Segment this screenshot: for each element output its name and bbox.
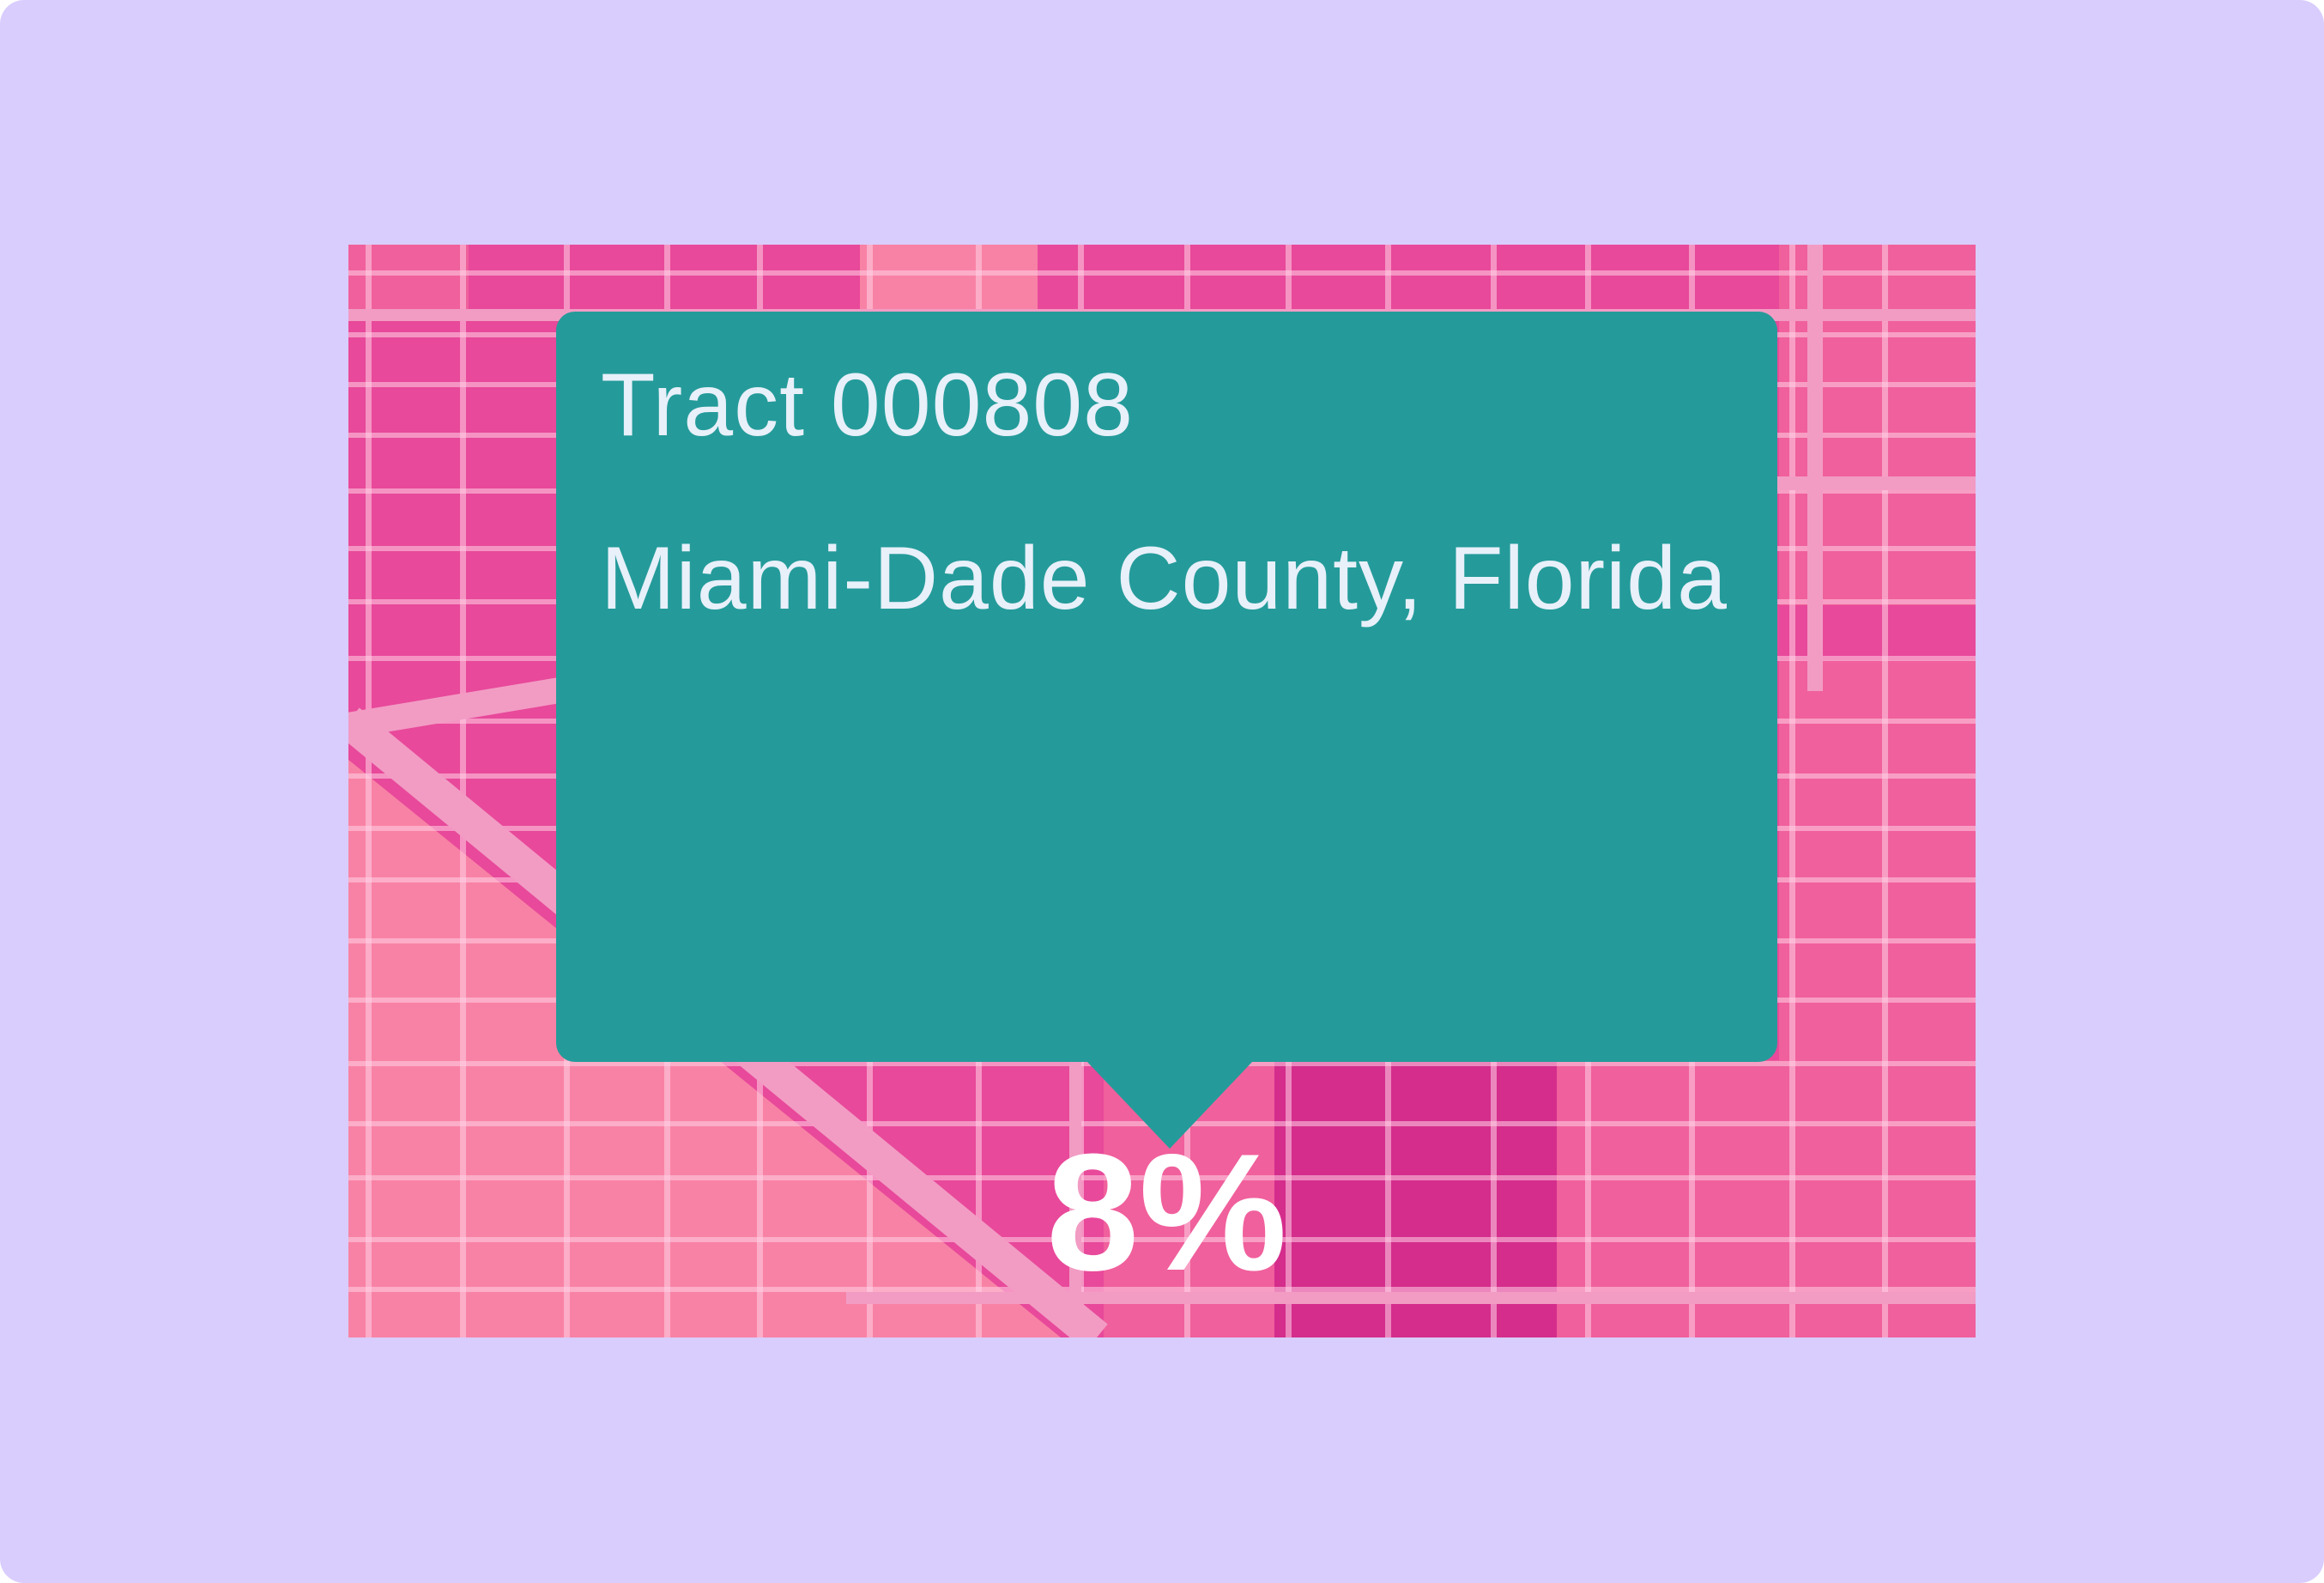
street [366, 245, 372, 1337]
tract-zone [860, 245, 1038, 309]
street [1882, 245, 1888, 1337]
tract-value: 8% [1046, 1119, 1287, 1306]
tract-location: Miami-Dade County, Florida [601, 529, 1728, 628]
street [348, 270, 1976, 276]
tract-tooltip: Tract 000808 Miami-Dade County, Florida … [556, 312, 1777, 1306]
tract-name: Tract 000808 [601, 355, 1134, 455]
street [1789, 245, 1795, 1337]
street [460, 245, 466, 1337]
road [1807, 245, 1823, 691]
